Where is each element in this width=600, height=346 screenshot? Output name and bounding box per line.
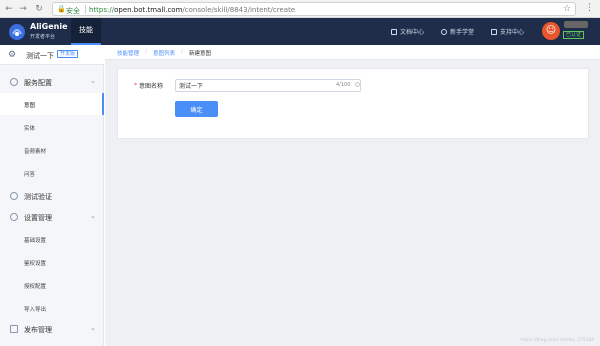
watermark: https://blog.csdn.net/wz_375584	[520, 338, 594, 343]
sidebar-item-intent[interactable]: 意图	[0, 93, 104, 115]
lock-icon: 🔒	[57, 5, 66, 13]
breadcrumb-current: 新建意图	[189, 51, 212, 57]
intent-name-label: 意图名称	[139, 83, 164, 90]
forward-icon[interactable]: →	[17, 3, 29, 15]
intent-form-card: * 意图名称 4/100 确定	[117, 68, 589, 139]
confirm-button[interactable]: 确定	[175, 101, 218, 117]
clear-icon[interactable]	[355, 82, 360, 87]
breadcrumb-skill-management[interactable]: 技能管理	[117, 49, 139, 57]
brand-name: AliGenie	[30, 22, 68, 31]
address-bar[interactable]: 🔒 安全 https://open.bot.tmall.com/console/…	[52, 2, 576, 16]
nav-tutorial[interactable]: 新手学堂	[441, 27, 474, 36]
breadcrumb-intent-list[interactable]: 意图列表	[153, 49, 175, 57]
test-icon	[10, 192, 18, 200]
browser-toolbar: ← → ↻ 🔒 安全 https://open.bot.tmall.com/co…	[0, 0, 600, 18]
breadcrumb-separator: /	[145, 49, 147, 55]
project-header[interactable]: ⚙ 测试一下 开发版	[0, 45, 104, 65]
chevron-down-icon: ⌄	[90, 212, 96, 220]
top-navigation: AliGenie 开发者平台 技能 文档中心 新手学堂 支持中心 ☺ 已认证	[0, 18, 600, 45]
chevron-down-icon: ⌄	[90, 324, 96, 332]
settings-icon	[10, 213, 18, 221]
help-icon	[441, 29, 447, 35]
sidebar-item-qa[interactable]: 问答	[0, 162, 104, 184]
send-icon	[10, 325, 18, 333]
sidebar: ⚙ 测试一下 开发版 服务配置 ⌄ 意图 实体 音频素材 问答 测试验证 设置管…	[0, 45, 104, 346]
required-marker: *	[134, 82, 137, 89]
sidebar-item-auth-settings[interactable]: 鉴权设置	[0, 251, 104, 273]
support-icon	[491, 29, 497, 35]
sidebar-item-basic-settings[interactable]: 基础设置	[0, 228, 104, 250]
username-redacted	[564, 21, 588, 28]
nav-support[interactable]: 支持中心	[491, 27, 524, 36]
sidebar-section-settings[interactable]: 设置管理 ⌄	[0, 208, 104, 226]
project-name: 测试一下	[26, 52, 54, 60]
verified-badge: 已认证	[563, 31, 585, 39]
sidebar-item-entity[interactable]: 实体	[0, 116, 104, 138]
back-icon[interactable]: ←	[3, 3, 15, 15]
breadcrumb-separator: /	[181, 49, 183, 55]
bookmark-star-icon[interactable]: ☆	[563, 4, 571, 14]
intent-name-input[interactable]	[175, 79, 361, 92]
divider	[85, 5, 86, 14]
sidebar-section-service-config[interactable]: 服务配置 ⌄	[0, 73, 104, 91]
char-counter: 4/100	[336, 82, 351, 88]
document-icon	[391, 29, 397, 35]
user-avatar[interactable]: ☺	[542, 22, 560, 40]
sidebar-section-testing[interactable]: 测试验证	[0, 187, 104, 205]
chevron-down-icon: ⌄	[90, 77, 96, 85]
main-content: * 意图名称 4/100 确定 https://blog.csdn.net/wz…	[105, 60, 600, 346]
aligenie-logo-icon	[9, 24, 25, 40]
sidebar-item-authorization[interactable]: 授权配置	[0, 274, 104, 296]
project-icon: ⚙	[8, 50, 17, 60]
reload-icon[interactable]: ↻	[33, 3, 45, 15]
gear-icon	[10, 78, 18, 86]
breadcrumb: 技能管理 / 意图列表 / 新建意图	[105, 45, 600, 60]
sidebar-section-publish[interactable]: 发布管理 ⌄	[0, 320, 104, 338]
url-text[interactable]: https://open.bot.tmall.com/console/skill…	[89, 6, 295, 14]
sidebar-item-import-export[interactable]: 导入导出	[0, 297, 104, 319]
sidebar-item-audio[interactable]: 音频素材	[0, 139, 104, 161]
nav-docs[interactable]: 文档中心	[391, 27, 424, 36]
tab-skill[interactable]: 技能	[71, 18, 101, 45]
dev-version-badge: 开发版	[57, 50, 79, 58]
browser-menu-icon[interactable]: ⋮	[585, 3, 594, 13]
brand-subtitle: 开发者平台	[30, 34, 56, 40]
secure-label: 安全	[66, 7, 80, 15]
